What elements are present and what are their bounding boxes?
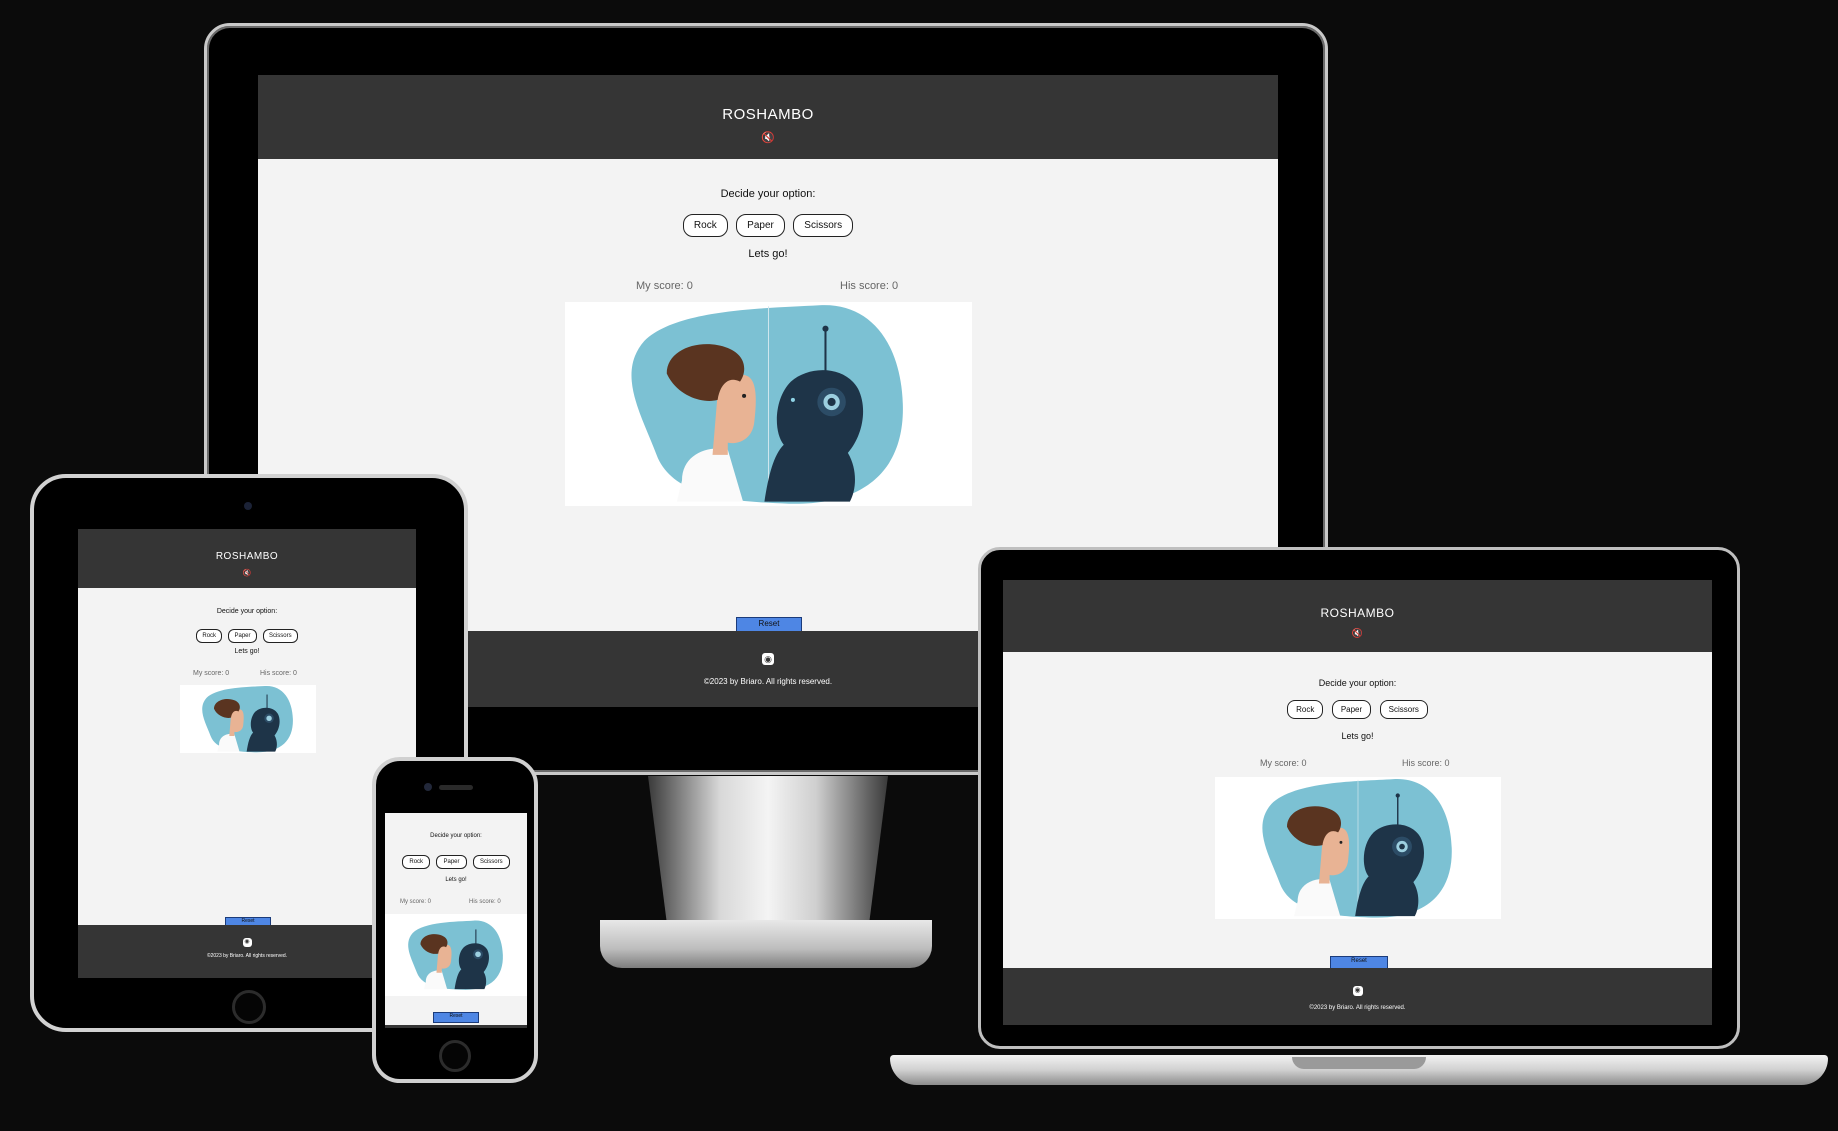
- option-buttons: Rock Paper Scissors: [1003, 699, 1712, 719]
- speaker-mute-icon[interactable]: 🔇: [258, 131, 1278, 144]
- option-buttons: Rock Paper Scissors: [258, 214, 1278, 237]
- phone-screen: Decide your option: Rock Paper Scissors …: [385, 813, 527, 1028]
- site-title: ROSHAMBO: [215, 551, 279, 562]
- game-status: Lets go!: [748, 248, 788, 260]
- paper-button[interactable]: Paper: [436, 855, 467, 869]
- phone-speaker: [439, 785, 473, 790]
- site-title: ROSHAMBO: [722, 106, 814, 123]
- my-score: My score: 0: [400, 899, 432, 905]
- tablet-screen: ROSHAMBO 🔇 Decide your option: Rock Pape…: [78, 529, 416, 978]
- laptop-screen: ROSHAMBO 🔇 Decide your option: Rock Pape…: [1003, 580, 1712, 1025]
- tablet-camera: [244, 502, 252, 510]
- github-icon[interactable]: ◉: [762, 653, 774, 665]
- human-vs-robot-illustration: [180, 685, 316, 753]
- choose-prompt: Decide your option:: [216, 608, 278, 615]
- scissors-button[interactable]: Scissors: [793, 214, 854, 237]
- site-header: ROSHAMBO 🔇: [78, 529, 416, 588]
- his-score: His score: 0: [469, 899, 501, 905]
- paper-button[interactable]: Paper: [736, 214, 785, 237]
- site-header: ROSHAMBO 🔇: [1003, 580, 1712, 652]
- game-status: Lets go!: [234, 648, 260, 655]
- illustration-svg: [202, 685, 293, 753]
- reset-button[interactable]: Reset: [433, 1012, 479, 1023]
- github-icon[interactable]: ◉: [242, 938, 252, 947]
- rock-button[interactable]: Rock: [402, 855, 431, 869]
- github-icon[interactable]: ◉: [1352, 986, 1363, 996]
- paper-button[interactable]: Paper: [1331, 700, 1372, 719]
- rock-button[interactable]: Rock: [682, 214, 728, 237]
- site-footer: ◉ ©2023 by Briaro. All rights reserved.: [78, 925, 416, 978]
- speaker-mute-icon[interactable]: 🔇: [1003, 628, 1712, 639]
- illustration-svg: [408, 920, 503, 990]
- choose-prompt: Decide your option:: [1318, 678, 1397, 688]
- copyright-text: ©2023 by Briaro. All rights reserved.: [206, 953, 288, 959]
- phone-home-button: [439, 1040, 471, 1072]
- choose-prompt: Decide your option:: [720, 188, 816, 200]
- my-score: My score: 0: [193, 670, 230, 677]
- game-status: Lets go!: [445, 877, 467, 883]
- human-vs-robot-illustration: [1215, 777, 1501, 919]
- scissors-button[interactable]: Scissors: [1379, 700, 1428, 719]
- illustration-svg: [1262, 779, 1452, 918]
- my-score: My score: 0: [1260, 758, 1307, 768]
- site-footer: [385, 1025, 527, 1028]
- game-status: Lets go!: [1341, 731, 1374, 741]
- his-score: His score: 0: [260, 670, 297, 677]
- option-buttons: Rock Paper Scissors: [385, 850, 527, 869]
- tablet-home-button: [232, 990, 266, 1024]
- my-score: My score: 0: [636, 280, 693, 292]
- desktop-monitor-base: [600, 920, 932, 968]
- choose-prompt: Decide your option:: [430, 833, 482, 839]
- illustration-svg: [631, 305, 903, 504]
- site-header: ROSHAMBO 🔇: [258, 75, 1278, 159]
- option-buttons: Rock Paper Scissors: [78, 624, 416, 643]
- laptop-notch: [1292, 1057, 1426, 1069]
- human-vs-robot-illustration: [385, 914, 527, 996]
- human-vs-robot-illustration: [565, 302, 972, 506]
- paper-button[interactable]: Paper: [228, 629, 257, 643]
- site-footer: ◉ ©2023 by Briaro. All rights reserved.: [1003, 968, 1712, 1025]
- speaker-mute-icon[interactable]: 🔇: [78, 569, 416, 577]
- his-score: His score: 0: [840, 280, 899, 292]
- site-title: ROSHAMBO: [1320, 606, 1395, 620]
- his-score: His score: 0: [1402, 758, 1450, 768]
- rock-button[interactable]: Rock: [1287, 700, 1324, 719]
- copyright-text: ©2023 by Briaro. All rights reserved.: [1309, 1005, 1406, 1011]
- phone-camera: [424, 783, 432, 791]
- scissors-button[interactable]: Scissors: [472, 855, 510, 869]
- scissors-button[interactable]: Scissors: [262, 629, 298, 643]
- rock-button[interactable]: Rock: [196, 629, 223, 643]
- desktop-monitor-stand: [648, 776, 888, 926]
